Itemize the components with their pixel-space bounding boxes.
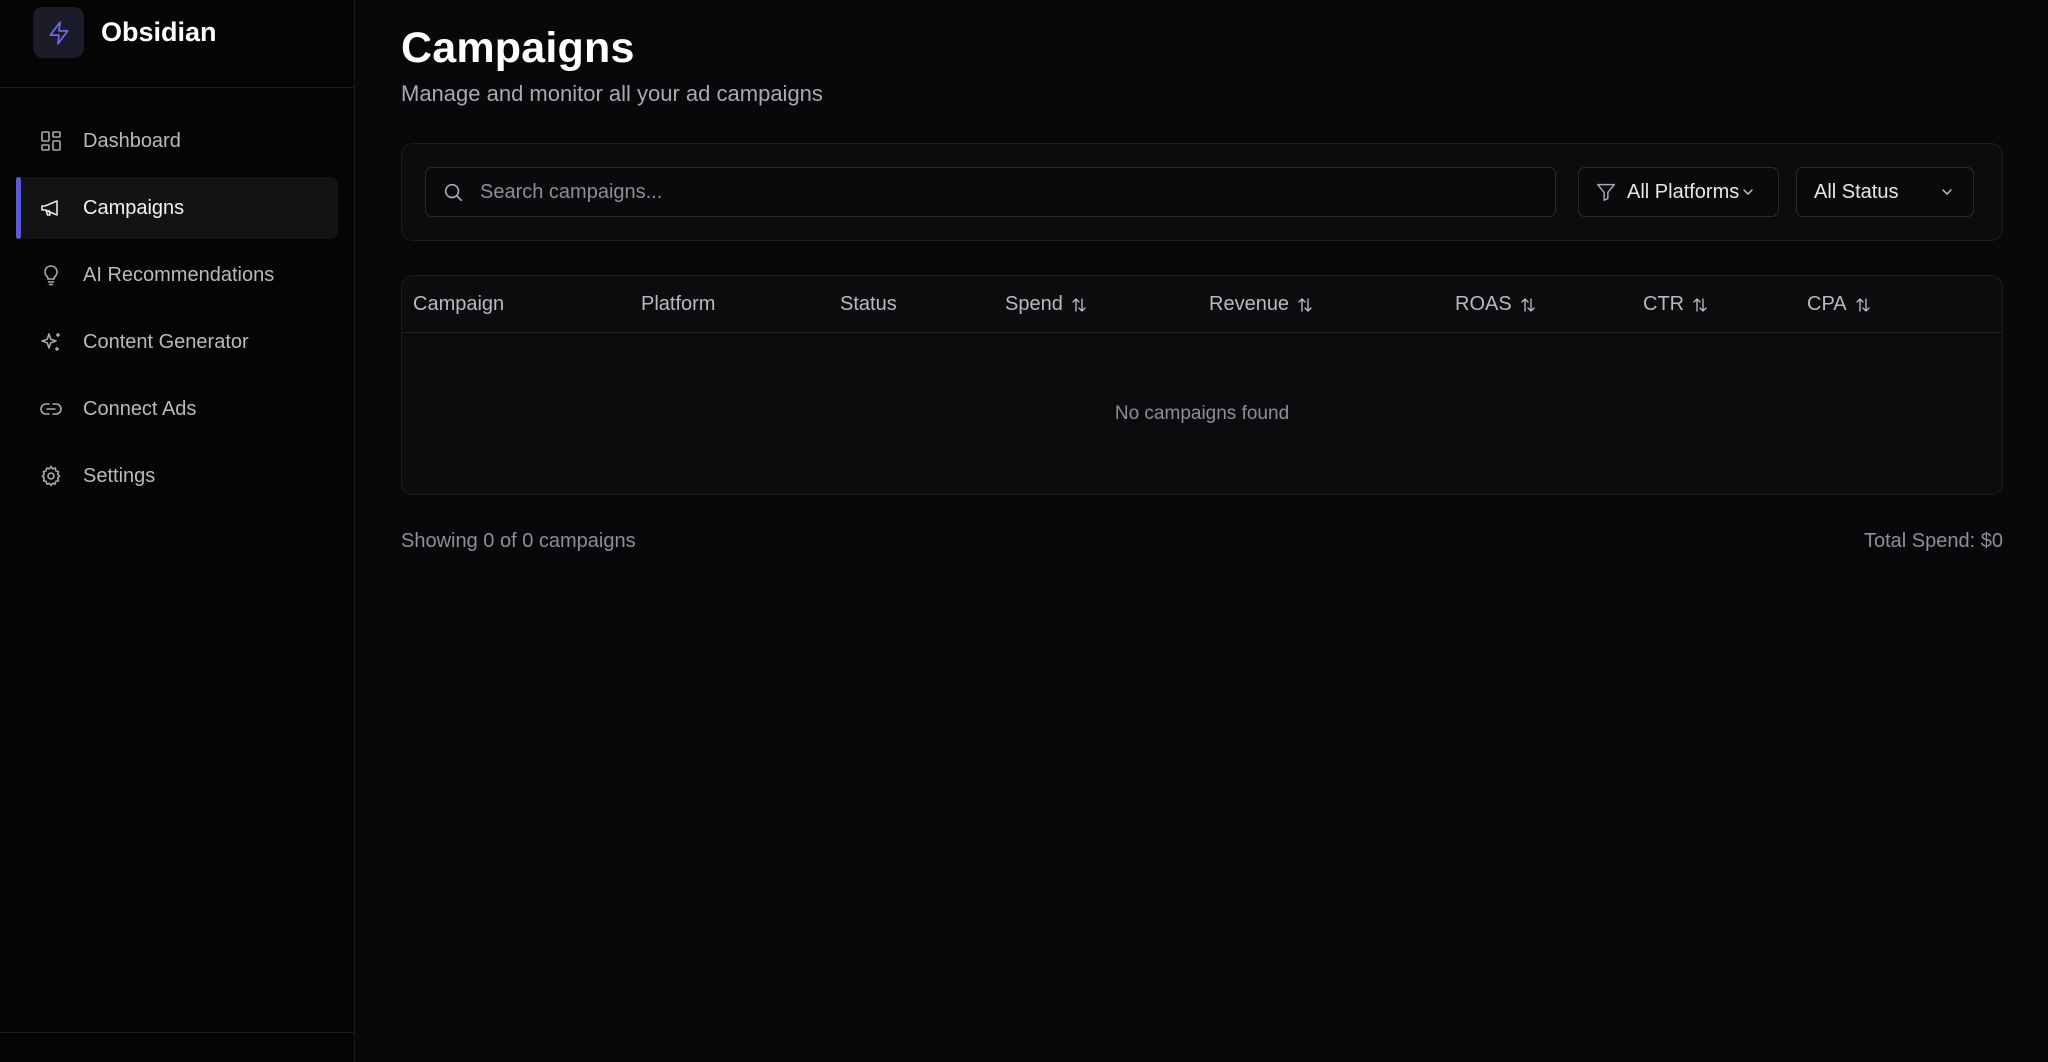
campaigns-table: Campaign Platform Status Spend Revenue R… [401,275,2003,495]
column-label: CTR [1643,293,1685,315]
column-label: CPA [1807,293,1847,315]
search-box[interactable] [425,167,1556,217]
column-label: Status [840,293,897,315]
sidebar-item-label: Dashboard [83,129,181,152]
status-select[interactable]: All Status [1796,167,1974,217]
bolt-icon [33,7,84,58]
column-header-campaign[interactable]: Campaign [413,276,504,333]
column-header-roas[interactable]: ROAS [1455,276,1537,333]
total-spend: Total Spend: $0 [1864,530,2003,552]
column-header-cpa[interactable]: CPA [1807,276,1872,333]
column-label: Platform [641,293,716,315]
sidebar-nav: Dashboard Campaigns AI Recommendations C… [0,88,354,507]
link-icon [38,396,64,422]
sort-icon [1519,296,1537,314]
page-subtitle: Manage and monitor all your ad campaigns [401,81,823,106]
table-header: Campaign Platform Status Spend Revenue R… [402,276,2002,333]
status-select-value: All Status [1814,180,1899,203]
sidebar-item-label: Content Generator [83,330,249,353]
grid-icon [38,128,64,154]
sort-icon [1296,296,1314,314]
app: Obsidian Dashboard Campaigns AI Recommen… [0,0,2048,1062]
sidebar: Obsidian Dashboard Campaigns AI Recommen… [0,0,355,1062]
sort-icon [1691,296,1709,314]
column-label: Campaign [413,293,505,315]
page-title: Campaigns [401,24,635,72]
search-icon [442,181,464,203]
lightbulb-icon [38,262,64,288]
sparkles-icon [38,329,64,355]
sidebar-item-dashboard[interactable]: Dashboard [16,110,338,172]
chevron-down-icon [1740,184,1756,200]
platform-select-value: All Platforms [1627,180,1740,203]
brand-name: Obsidian [101,17,217,47]
column-header-ctr[interactable]: CTR [1643,276,1709,333]
filter-bar: All Platforms All Status [401,143,2003,241]
gear-icon [38,463,64,489]
brand[interactable]: Obsidian [0,0,354,88]
column-header-status[interactable]: Status [840,276,897,333]
chevron-down-icon [1939,184,1955,200]
sidebar-item-label: AI Recommendations [83,263,275,286]
sidebar-item-label: Campaigns [83,196,185,219]
main-content: Campaigns Manage and monitor all your ad… [355,0,2048,1062]
column-header-spend[interactable]: Spend [1005,276,1088,333]
showing-count: Showing 0 of 0 campaigns [401,530,636,552]
sidebar-footer [0,1032,354,1062]
megaphone-icon [38,195,64,221]
column-header-revenue[interactable]: Revenue [1209,276,1314,333]
table-footer: Showing 0 of 0 campaigns Total Spend: $0 [401,530,2003,553]
sort-icon [1070,296,1088,314]
platform-select[interactable]: All Platforms [1578,167,1779,217]
search-input[interactable] [480,168,1555,216]
sidebar-item-settings[interactable]: Settings [16,445,338,507]
column-header-platform[interactable]: Platform [641,276,715,333]
column-label: Spend [1005,293,1063,315]
sidebar-item-connect-ads[interactable]: Connect Ads [16,378,338,440]
empty-state-message: No campaigns found [1114,403,1290,424]
column-label: Revenue [1209,293,1290,315]
sidebar-item-content-generator[interactable]: Content Generator [16,311,338,373]
column-label: ROAS [1455,293,1512,315]
sort-icon [1854,296,1872,314]
sidebar-item-ai-recommendations[interactable]: AI Recommendations [16,244,338,306]
sidebar-item-label: Connect Ads [83,397,197,420]
sidebar-item-campaigns[interactable]: Campaigns [16,177,338,239]
filter-icon [1595,181,1617,203]
sidebar-item-label: Settings [83,464,156,487]
